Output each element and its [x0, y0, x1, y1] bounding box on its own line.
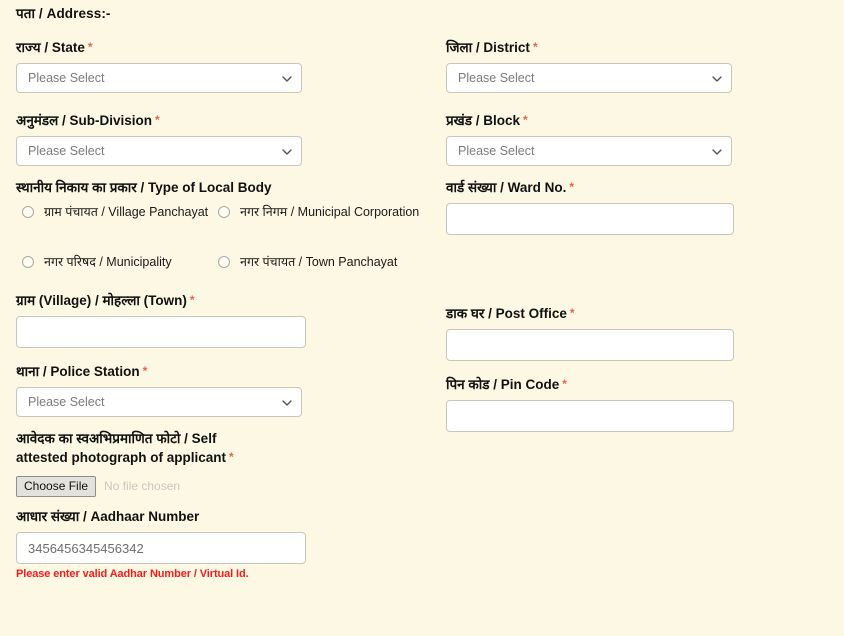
right-column: जिला / District * Please Select प्रखंड / …: [446, 38, 836, 432]
radio-group-type-of-local-body: ग्राम पंचायत / Village Panchayat नगर निग…: [16, 203, 426, 281]
radio-option-municipal-corporation[interactable]: नगर निगम / Municipal Corporation: [218, 203, 446, 222]
select-police-station[interactable]: Please Select: [16, 387, 302, 417]
select-sub-division-wrap[interactable]: Please Select: [16, 136, 302, 166]
field-sub-division: अनुमंडल / Sub-Division * Please Select: [16, 111, 426, 166]
field-aadhaar: आधार संख्या / Aadhaar Number Please ente…: [16, 507, 426, 580]
select-block[interactable]: Please Select: [446, 136, 732, 166]
radio-option-label: ग्राम पंचायत / Village Panchayat: [44, 205, 209, 219]
field-block: प्रखंड / Block * Please Select: [446, 111, 836, 166]
required-asterisk: *: [155, 113, 160, 127]
pin-code-input[interactable]: [446, 400, 734, 432]
radio-option-municipality[interactable]: नगर परिषद / Municipality: [22, 253, 240, 272]
field-ward-no: वार्ड संख्या / Ward No. *: [446, 178, 836, 235]
radio-row-1: ग्राम पंचायत / Village Panchayat नगर निग…: [16, 203, 426, 253]
select-district[interactable]: Please Select: [446, 63, 732, 93]
aadhaar-input[interactable]: [16, 532, 306, 564]
ward-no-input[interactable]: [446, 203, 734, 235]
required-asterisk: *: [522, 113, 528, 127]
required-asterisk: *: [142, 364, 148, 378]
label-photograph: आवेदक का स्वअभिप्रमाणित फोटो / Self atte…: [16, 429, 246, 467]
photograph-file-row[interactable]: Choose File No file chosen: [16, 475, 426, 497]
required-asterisk: *: [87, 40, 93, 54]
field-district: जिला / District * Please Select: [446, 38, 836, 93]
radio-option-label: नगर निगम / Municipal Corporation: [240, 205, 420, 219]
post-office-input[interactable]: [446, 329, 734, 361]
field-pin-code: पिन कोड / Pin Code *: [446, 375, 836, 432]
radio-circle-icon[interactable]: [218, 206, 230, 218]
label-police-station-text: थाना / Police Station: [16, 364, 140, 379]
label-village-town: ग्राम (Village) / मोहल्ला (Town) *: [16, 291, 426, 310]
radio-circle-icon[interactable]: [22, 206, 34, 218]
field-state: राज्य / State * Please Select: [16, 38, 426, 93]
radio-row-2: नगर परिषद / Municipality नगर पंचायत / To…: [16, 253, 426, 281]
label-state: राज्य / State *: [16, 38, 426, 57]
label-photograph-text: आवेदक का स्वअभिप्रमाणित फोटो / Self atte…: [16, 431, 227, 465]
left-column: राज्य / State * Please Select अनुमंडल / S…: [16, 38, 426, 580]
field-police-station: थाना / Police Station * Please Select: [16, 362, 426, 417]
select-police-station-wrap[interactable]: Please Select: [16, 387, 302, 417]
select-district-wrap[interactable]: Please Select: [446, 63, 732, 93]
radio-option-label: नगर परिषद / Municipality: [44, 255, 172, 269]
label-district: जिला / District *: [446, 38, 836, 57]
radio-option-town-panchayat[interactable]: नगर पंचायत / Town Panchayat: [218, 253, 446, 272]
label-block-text: प्रखंड / Block: [446, 113, 520, 128]
label-post-office: डाक घर / Post Office *: [446, 304, 836, 323]
radio-circle-icon[interactable]: [218, 256, 230, 268]
required-asterisk: *: [569, 306, 575, 320]
select-sub-division[interactable]: Please Select: [16, 136, 302, 166]
field-village-town: ग्राम (Village) / मोहल्ला (Town) *: [16, 291, 426, 348]
page-title: पता / Address:-: [16, 6, 111, 21]
aadhaar-error-message: Please enter valid Aadhar Number / Virtu…: [16, 568, 249, 580]
field-photograph: आवेदक का स्वअभिप्रमाणित फोटो / Self atte…: [16, 429, 426, 497]
radio-option-label: नगर पंचायत / Town Panchayat: [240, 255, 398, 269]
field-type-of-local-body: स्थानीय निकाय का प्रकार / Type of Local …: [16, 178, 426, 281]
label-type-of-local-body: स्थानीय निकाय का प्रकार / Type of Local …: [16, 180, 272, 195]
file-status-text: No file chosen: [104, 479, 181, 493]
label-village-town-text: ग्राम (Village) / मोहल्ला (Town): [16, 293, 187, 308]
required-asterisk: *: [569, 180, 574, 194]
label-state-text: राज्य / State: [16, 40, 85, 55]
required-asterisk: *: [562, 377, 567, 391]
label-block: प्रखंड / Block *: [446, 111, 836, 130]
label-pin-code: पिन कोड / Pin Code *: [446, 375, 836, 394]
required-asterisk: *: [229, 450, 234, 464]
label-sub-division-text: अनुमंडल / Sub-Division: [16, 113, 153, 128]
label-pin-code-text: पिन कोड / Pin Code: [446, 377, 560, 392]
label-post-office-text: डाक घर / Post Office: [446, 306, 567, 321]
radio-circle-icon[interactable]: [22, 256, 34, 268]
label-police-station: थाना / Police Station *: [16, 362, 426, 381]
select-block-wrap[interactable]: Please Select: [446, 136, 732, 166]
label-aadhaar: आधार संख्या / Aadhaar Number: [16, 509, 200, 524]
label-district-text: जिला / District: [446, 40, 530, 55]
field-post-office: डाक घर / Post Office *: [446, 304, 836, 361]
label-ward-no: वार्ड संख्या / Ward No. *: [446, 178, 836, 197]
choose-file-button[interactable]: Choose File: [16, 475, 97, 497]
select-state[interactable]: Please Select: [16, 63, 302, 93]
select-state-wrap[interactable]: Please Select: [16, 63, 302, 93]
required-asterisk: *: [532, 40, 538, 54]
label-sub-division: अनुमंडल / Sub-Division *: [16, 111, 426, 130]
label-ward-no-text: वार्ड संख्या / Ward No.: [446, 180, 567, 195]
address-form-page: पता / Address:- राज्य / State * Please Se…: [0, 0, 844, 636]
required-asterisk: *: [189, 293, 195, 307]
radio-option-village-panchayat[interactable]: ग्राम पंचायत / Village Panchayat: [22, 203, 240, 222]
village-town-input[interactable]: [16, 316, 306, 348]
